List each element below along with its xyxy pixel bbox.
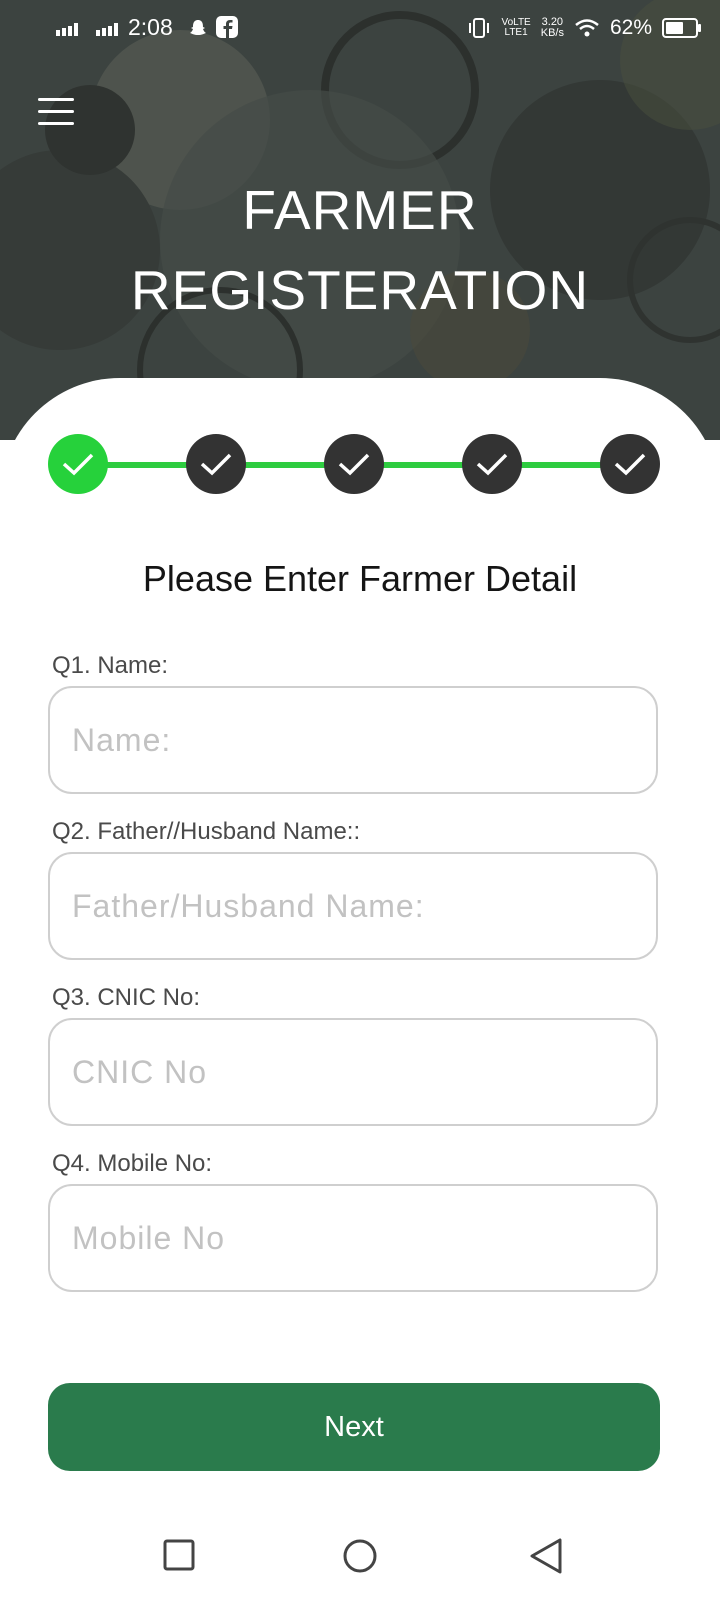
checkmark-icon: [338, 453, 370, 476]
father-husband-name-input[interactable]: [50, 854, 656, 958]
step-5: [600, 434, 660, 494]
form-heading: Please Enter Farmer Detail: [142, 558, 578, 599]
father-husband-name-field[interactable]: [48, 852, 658, 960]
status-time: 2:08: [128, 14, 173, 40]
name-input[interactable]: [50, 688, 656, 792]
title-line-1: FARMER: [242, 179, 478, 241]
step-3: [324, 434, 384, 494]
net-speed: 3.20 KB/s: [540, 16, 564, 39]
home-circle-icon[interactable]: [340, 1538, 380, 1578]
checkmark-icon: [200, 453, 232, 476]
snapchat-icon: [190, 20, 206, 35]
page-title: FARMER REGISTERATION: [0, 170, 720, 330]
header-banner: 2:08 VoLTE LTE1 3.20 KB/s 62% FARMER REG…: [0, 0, 720, 440]
mobile-input[interactable]: [50, 1186, 656, 1290]
title-line-2: REGISTERATION: [130, 259, 590, 321]
cnic-field[interactable]: [48, 1018, 658, 1126]
facebook-icon: [216, 16, 238, 38]
progress-stepper: [48, 434, 660, 494]
cnic-input[interactable]: [50, 1020, 656, 1124]
volte-indicator: VoLTE LTE1: [501, 17, 531, 38]
q1-label: Q1. Name:: [52, 652, 169, 679]
step-2: [186, 434, 246, 494]
q4-label: Q4. Mobile No:: [52, 1150, 213, 1177]
step-4: [462, 434, 522, 494]
step-1: [48, 434, 108, 494]
checkmark-icon: [476, 453, 508, 476]
vibrate-icon: [469, 18, 490, 38]
status-bar: 2:08 VoLTE LTE1 3.20 KB/s 62%: [0, 0, 720, 60]
q2-label: Q2. Father//Husband Name::: [52, 818, 361, 845]
q3-label: Q3. CNIC No:: [52, 984, 201, 1011]
system-navigation-bar: [0, 1510, 720, 1600]
status-right: VoLTE LTE1 3.20 KB/s 62%: [467, 16, 701, 40]
battery-percent: 62%: [609, 16, 652, 39]
wifi-icon: [575, 19, 599, 37]
battery-icon: [662, 18, 701, 38]
checkmark-icon: [614, 453, 646, 476]
signal-icon: [96, 23, 118, 36]
recent-apps-square-icon[interactable]: [162, 1538, 198, 1574]
mobile-field[interactable]: [48, 1184, 658, 1292]
signal-icon: [56, 23, 78, 36]
checkmark-icon: [62, 453, 94, 476]
back-triangle-icon[interactable]: [528, 1538, 566, 1576]
hamburger-menu-icon[interactable]: [38, 98, 74, 126]
next-button[interactable]: Next: [48, 1383, 660, 1471]
name-field[interactable]: [48, 686, 658, 794]
